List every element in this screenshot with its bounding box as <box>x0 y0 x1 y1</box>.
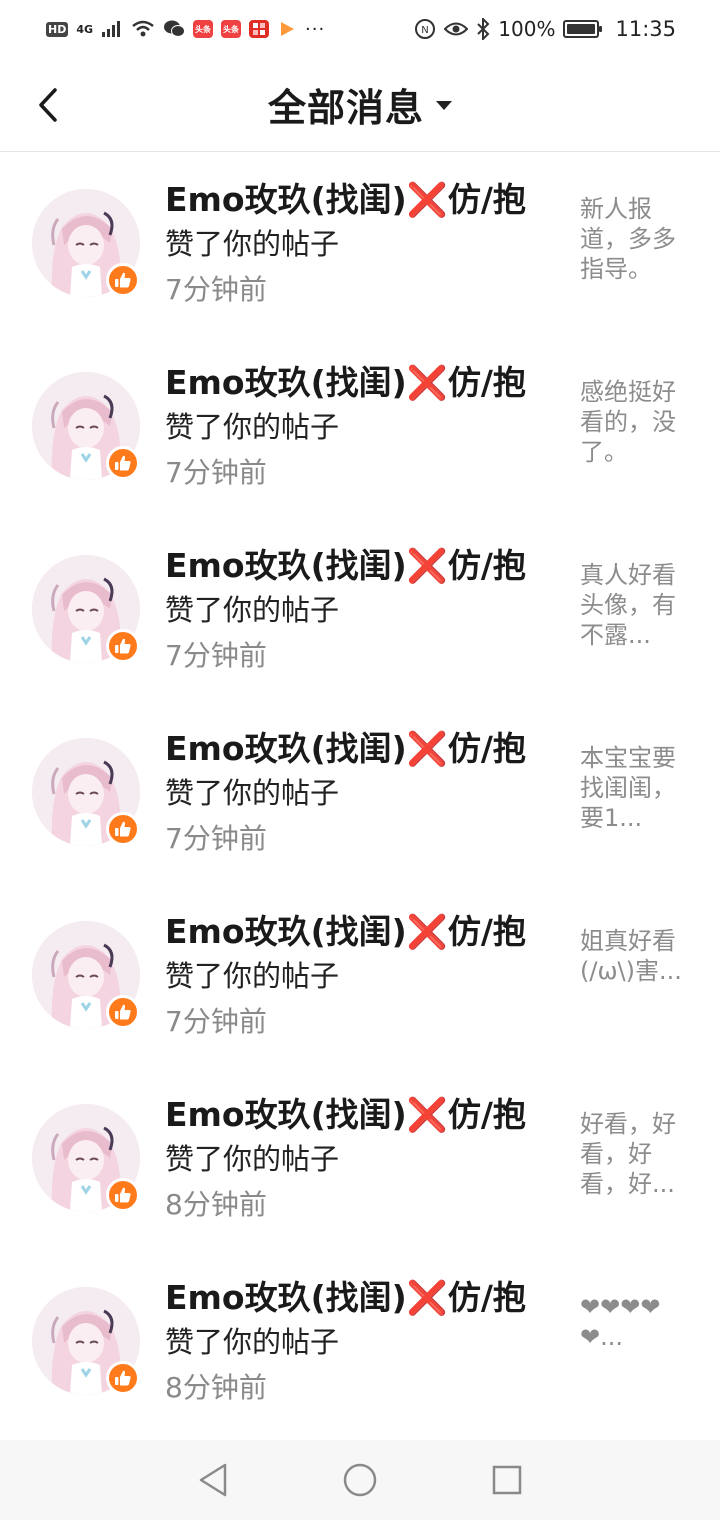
page-title: 全部消息 <box>267 86 424 130</box>
user-avatar[interactable] <box>32 189 140 297</box>
user-name[interactable]: Emo玫玖(找闺)❌仿/抱 <box>165 1276 545 1320</box>
notification-time: 7分钟前 <box>165 273 267 306</box>
thumbs-up-icon <box>106 1178 140 1212</box>
wechat-icon <box>164 20 186 37</box>
notification-action: 赞了你的帖子 <box>165 410 340 444</box>
notification-time: 7分钟前 <box>165 456 267 489</box>
user-avatar[interactable] <box>32 555 140 663</box>
square-recents-icon <box>492 1465 521 1495</box>
signal-icon <box>102 21 121 37</box>
notification-item[interactable]: Emo玫玖(找闺)❌仿/抱 赞了你的帖子 8分钟前 ❤❤❤❤❤... <box>0 1250 720 1433</box>
eye-comfort-icon <box>444 22 469 36</box>
toutiao-app-icon-2: 头条 <box>221 20 242 38</box>
back-arrow-icon <box>39 88 57 122</box>
user-name[interactable]: Emo玫玖(找闺)❌仿/抱 <box>165 727 545 771</box>
status-time: 11:35 <box>615 17 676 41</box>
notification-item[interactable]: Emo玫玖(找闺)❌仿/抱 赞了你的帖子 7分钟前 本宝宝要找闺闺，要1... <box>0 701 720 884</box>
thumbs-up-icon <box>106 995 140 1029</box>
user-name[interactable]: Emo玫玖(找闺)❌仿/抱 <box>165 910 545 954</box>
post-preview[interactable]: 感绝挺好看的，没了。 <box>580 377 692 467</box>
bluetooth-icon <box>477 18 490 40</box>
nav-back-button[interactable] <box>183 1450 243 1510</box>
pinduoduo-app-icon <box>249 20 270 38</box>
system-navigation-bar <box>0 1440 720 1520</box>
triangle-back-icon <box>200 1463 227 1497</box>
notification-time: 7分钟前 <box>165 1005 267 1038</box>
video-app-icon <box>281 22 295 36</box>
data-saver-icon: N <box>415 19 436 39</box>
toutiao-app-icon: 头条 <box>193 20 214 38</box>
notification-action: 赞了你的帖子 <box>165 1325 340 1359</box>
status-bar: HD 4G 头条 头条 ··· N 100% 11:35 <box>0 0 720 58</box>
notification-list: Emo玫玖(找闺)❌仿/抱 赞了你的帖子 7分钟前 新人报道，多多指导。 Emo… <box>0 152 720 1433</box>
user-avatar[interactable] <box>32 921 140 1029</box>
nav-home-button[interactable] <box>330 1450 390 1510</box>
user-avatar[interactable] <box>32 1104 140 1212</box>
thumbs-up-icon <box>106 446 140 480</box>
battery-icon <box>563 20 603 38</box>
notification-action: 赞了你的帖子 <box>165 593 340 627</box>
notification-texts: Emo玫玖(找闺)❌仿/抱 赞了你的帖子 7分钟前 <box>165 727 545 861</box>
notification-item[interactable]: Emo玫玖(找闺)❌仿/抱 赞了你的帖子 7分钟前 姐真好看(/ω\)害... <box>0 884 720 1067</box>
post-preview[interactable]: 本宝宝要找闺闺，要1... <box>580 743 692 833</box>
thumbs-up-icon <box>106 812 140 846</box>
notification-texts: Emo玫玖(找闺)❌仿/抱 赞了你的帖子 7分钟前 <box>165 910 545 1044</box>
thumbs-up-icon <box>106 629 140 663</box>
circle-home-icon <box>343 1463 377 1497</box>
notification-time: 8分钟前 <box>165 1371 267 1404</box>
message-filter-dropdown[interactable]: 全部消息 <box>268 77 452 132</box>
notification-action: 赞了你的帖子 <box>165 227 340 261</box>
notification-action: 赞了你的帖子 <box>165 776 340 810</box>
notification-item[interactable]: Emo玫玖(找闺)❌仿/抱 赞了你的帖子 8分钟前 好看，好看，好看，好... <box>0 1067 720 1250</box>
notification-time: 8分钟前 <box>165 1188 267 1221</box>
more-notifications-icon: ··· <box>305 18 326 40</box>
nav-recents-button[interactable] <box>477 1450 537 1510</box>
notification-action: 赞了你的帖子 <box>165 959 340 993</box>
svg-text:N: N <box>422 25 429 36</box>
thumbs-up-icon <box>106 1361 140 1395</box>
dropdown-caret-icon <box>436 101 452 110</box>
notification-item[interactable]: Emo玫玖(找闺)❌仿/抱 赞了你的帖子 7分钟前 真人好看头像，有不露... <box>0 518 720 701</box>
notification-texts: Emo玫玖(找闺)❌仿/抱 赞了你的帖子 7分钟前 <box>165 544 545 678</box>
notification-texts: Emo玫玖(找闺)❌仿/抱 赞了你的帖子 7分钟前 <box>165 361 545 495</box>
notification-action: 赞了你的帖子 <box>165 1142 340 1176</box>
user-avatar[interactable] <box>32 1287 140 1395</box>
top-app-bar: 全部消息 <box>0 58 720 152</box>
user-avatar[interactable] <box>32 372 140 480</box>
hd-indicator: HD <box>46 21 69 37</box>
user-avatar[interactable] <box>32 738 140 846</box>
user-name[interactable]: Emo玫玖(找闺)❌仿/抱 <box>165 1093 545 1137</box>
wifi-icon <box>132 20 154 37</box>
notification-texts: Emo玫玖(找闺)❌仿/抱 赞了你的帖子 7分钟前 <box>165 178 545 312</box>
notification-texts: Emo玫玖(找闺)❌仿/抱 赞了你的帖子 8分钟前 <box>165 1093 545 1227</box>
notification-item[interactable]: Emo玫玖(找闺)❌仿/抱 赞了你的帖子 7分钟前 新人报道，多多指导。 <box>0 152 720 335</box>
battery-level-fill <box>567 24 596 34</box>
notification-time: 7分钟前 <box>165 639 267 672</box>
notification-item[interactable]: Emo玫玖(找闺)❌仿/抱 赞了你的帖子 7分钟前 感绝挺好看的，没了。 <box>0 335 720 518</box>
post-preview[interactable]: 新人报道，多多指导。 <box>580 194 692 284</box>
user-name[interactable]: Emo玫玖(找闺)❌仿/抱 <box>165 361 545 405</box>
notification-texts: Emo玫玖(找闺)❌仿/抱 赞了你的帖子 8分钟前 <box>165 1276 545 1410</box>
post-preview[interactable]: 好看，好看，好看，好... <box>580 1109 692 1199</box>
user-name[interactable]: Emo玫玖(找闺)❌仿/抱 <box>165 544 545 588</box>
user-name[interactable]: Emo玫玖(找闺)❌仿/抱 <box>165 178 545 222</box>
post-preview[interactable]: ❤❤❤❤❤... <box>580 1292 692 1352</box>
back-button[interactable] <box>28 82 68 128</box>
thumbs-up-icon <box>106 263 140 297</box>
post-preview[interactable]: 真人好看头像，有不露... <box>580 560 692 650</box>
network-type-indicator: 4G <box>76 22 94 36</box>
status-bar-left: HD 4G 头条 头条 ··· <box>46 19 325 40</box>
battery-percentage: 100% <box>498 17 556 41</box>
post-preview[interactable]: 姐真好看(/ω\)害... <box>580 926 692 986</box>
notification-time: 7分钟前 <box>165 822 267 855</box>
status-bar-right: N 100% 11:35 <box>414 17 676 41</box>
